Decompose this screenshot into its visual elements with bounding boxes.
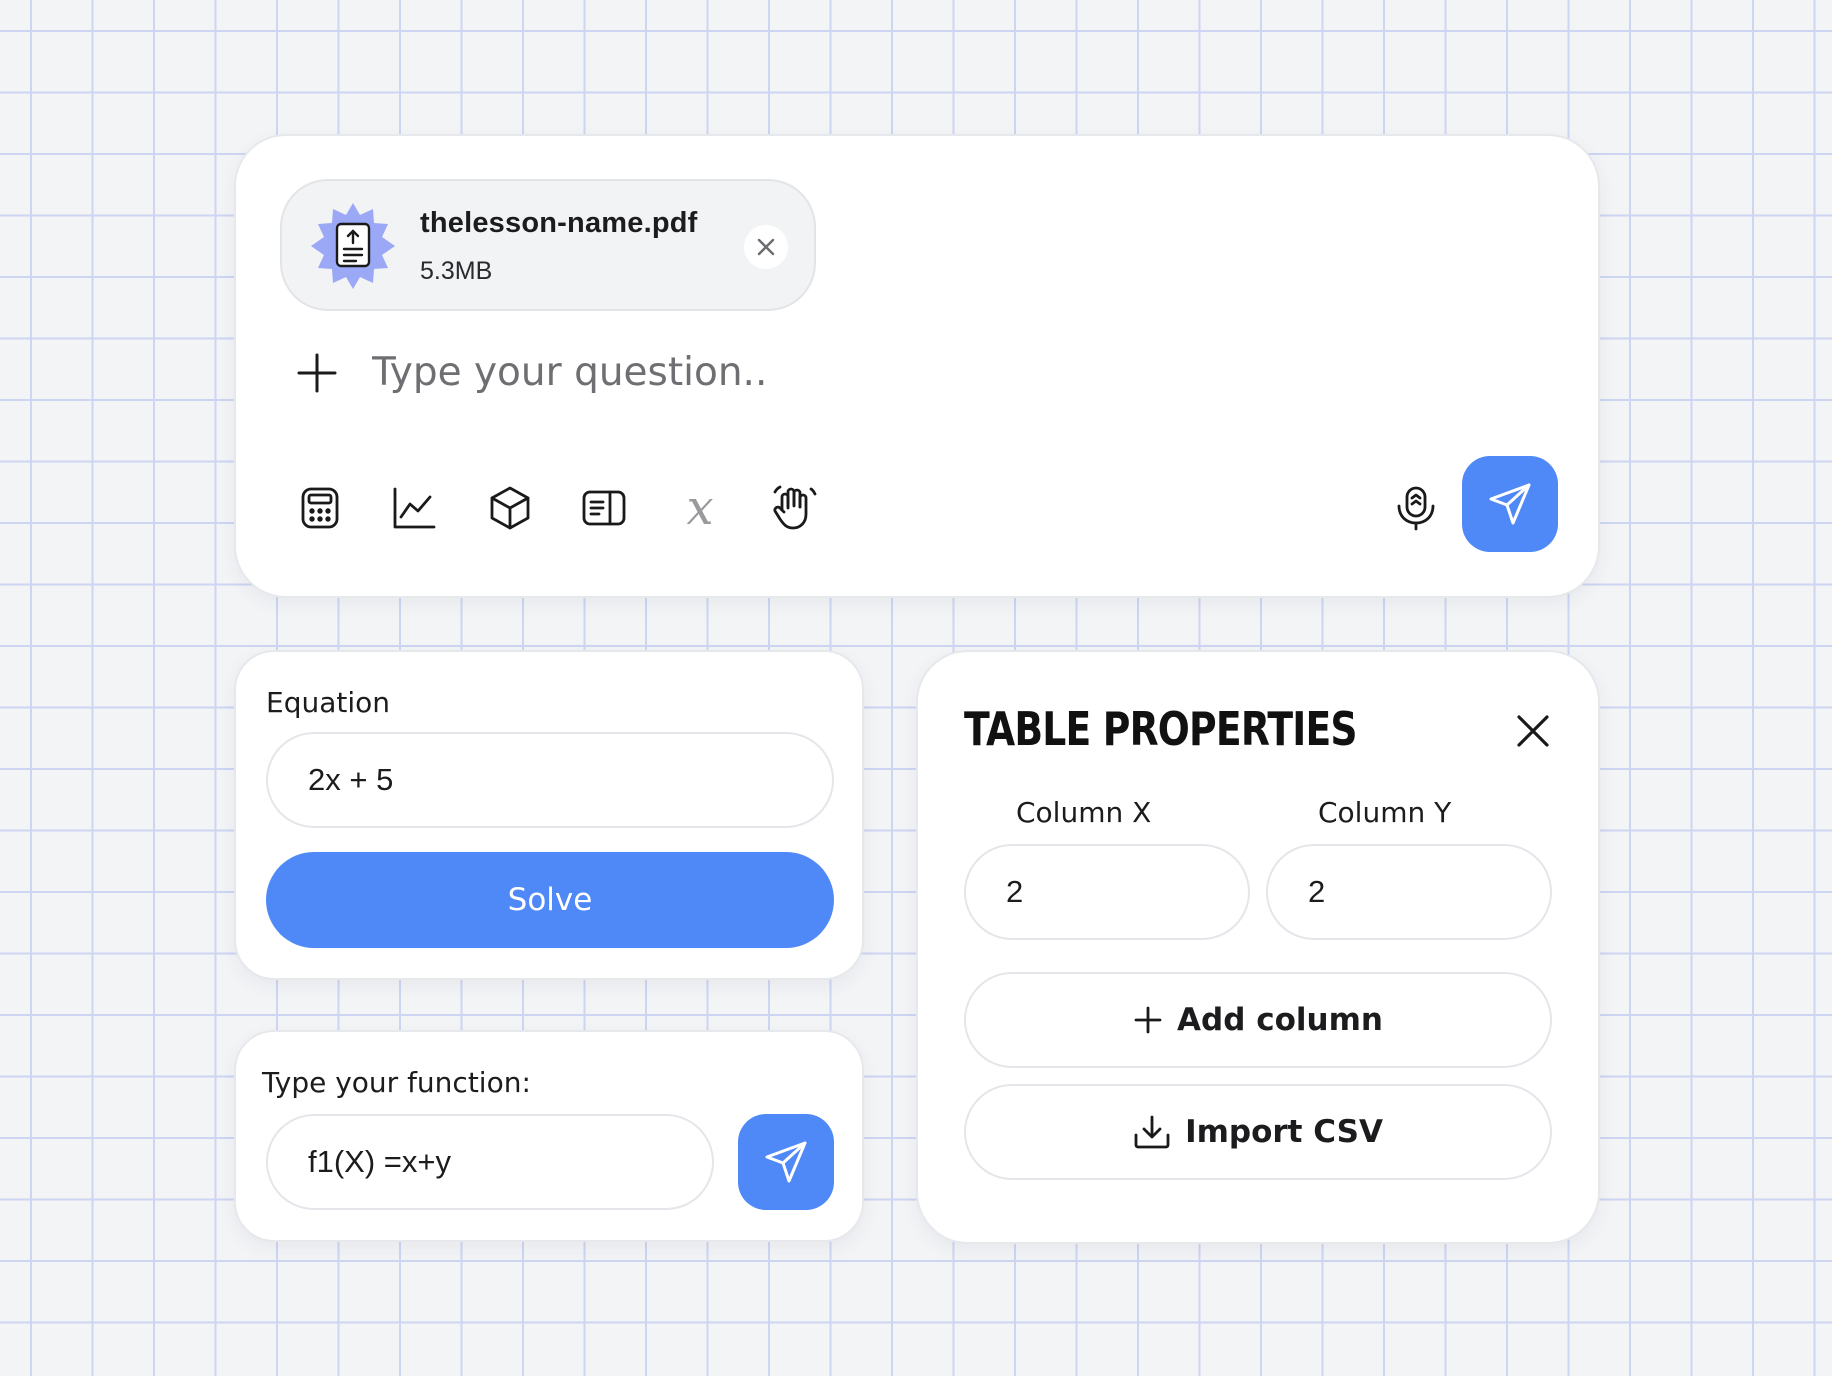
send-icon bbox=[765, 1141, 807, 1183]
add-column-label: Add column bbox=[1177, 1002, 1383, 1038]
column-y-label: Column Y bbox=[1318, 796, 1452, 829]
variable-glyph: x bbox=[686, 480, 714, 536]
column-x-label: Column X bbox=[1016, 796, 1152, 829]
table-properties-panel: TABLE PROPERTIES Column X Column Y Add c… bbox=[916, 650, 1600, 1244]
close-icon[interactable] bbox=[1508, 706, 1558, 756]
hand-icon[interactable] bbox=[764, 478, 824, 538]
column-y-input[interactable] bbox=[1266, 844, 1552, 940]
question-input[interactable] bbox=[372, 336, 1272, 408]
column-x-input[interactable] bbox=[964, 844, 1250, 940]
add-column-button[interactable]: Add column bbox=[964, 972, 1552, 1068]
equation-panel: Equation Solve bbox=[234, 650, 864, 980]
equation-input[interactable] bbox=[266, 732, 834, 828]
function-send-button[interactable] bbox=[738, 1114, 834, 1210]
plus-icon[interactable] bbox=[296, 352, 338, 394]
send-icon bbox=[1489, 483, 1531, 525]
variable-x-icon[interactable]: x bbox=[670, 478, 730, 538]
attachment-file-name: thelesson-name.pdf bbox=[420, 207, 698, 239]
calculator-icon[interactable] bbox=[290, 478, 350, 538]
send-button[interactable] bbox=[1462, 456, 1558, 552]
cube-icon[interactable] bbox=[480, 478, 540, 538]
line-chart-icon[interactable] bbox=[384, 478, 444, 538]
download-icon bbox=[1133, 1114, 1171, 1150]
microphone-icon[interactable] bbox=[1386, 478, 1446, 538]
function-label: Type your function: bbox=[262, 1066, 531, 1099]
import-csv-label: Import CSV bbox=[1185, 1114, 1383, 1150]
table-properties-title: TABLE PROPERTIES bbox=[964, 702, 1358, 756]
function-panel: Type your function: bbox=[234, 1030, 864, 1242]
attachment-file-size: 5.3MB bbox=[420, 257, 493, 285]
pdf-file-icon bbox=[308, 201, 398, 291]
import-csv-button[interactable]: Import CSV bbox=[964, 1084, 1552, 1180]
attachment-chip[interactable]: thelesson-name.pdf 5.3MB bbox=[280, 179, 816, 311]
plus-icon bbox=[1133, 1005, 1163, 1035]
question-composer: thelesson-name.pdf 5.3MB Type your quest… bbox=[234, 134, 1600, 598]
equation-label: Equation bbox=[266, 686, 391, 719]
solve-button[interactable]: Solve bbox=[266, 852, 834, 948]
function-input[interactable] bbox=[266, 1114, 714, 1210]
book-icon[interactable] bbox=[574, 478, 634, 538]
close-icon[interactable] bbox=[744, 225, 788, 269]
